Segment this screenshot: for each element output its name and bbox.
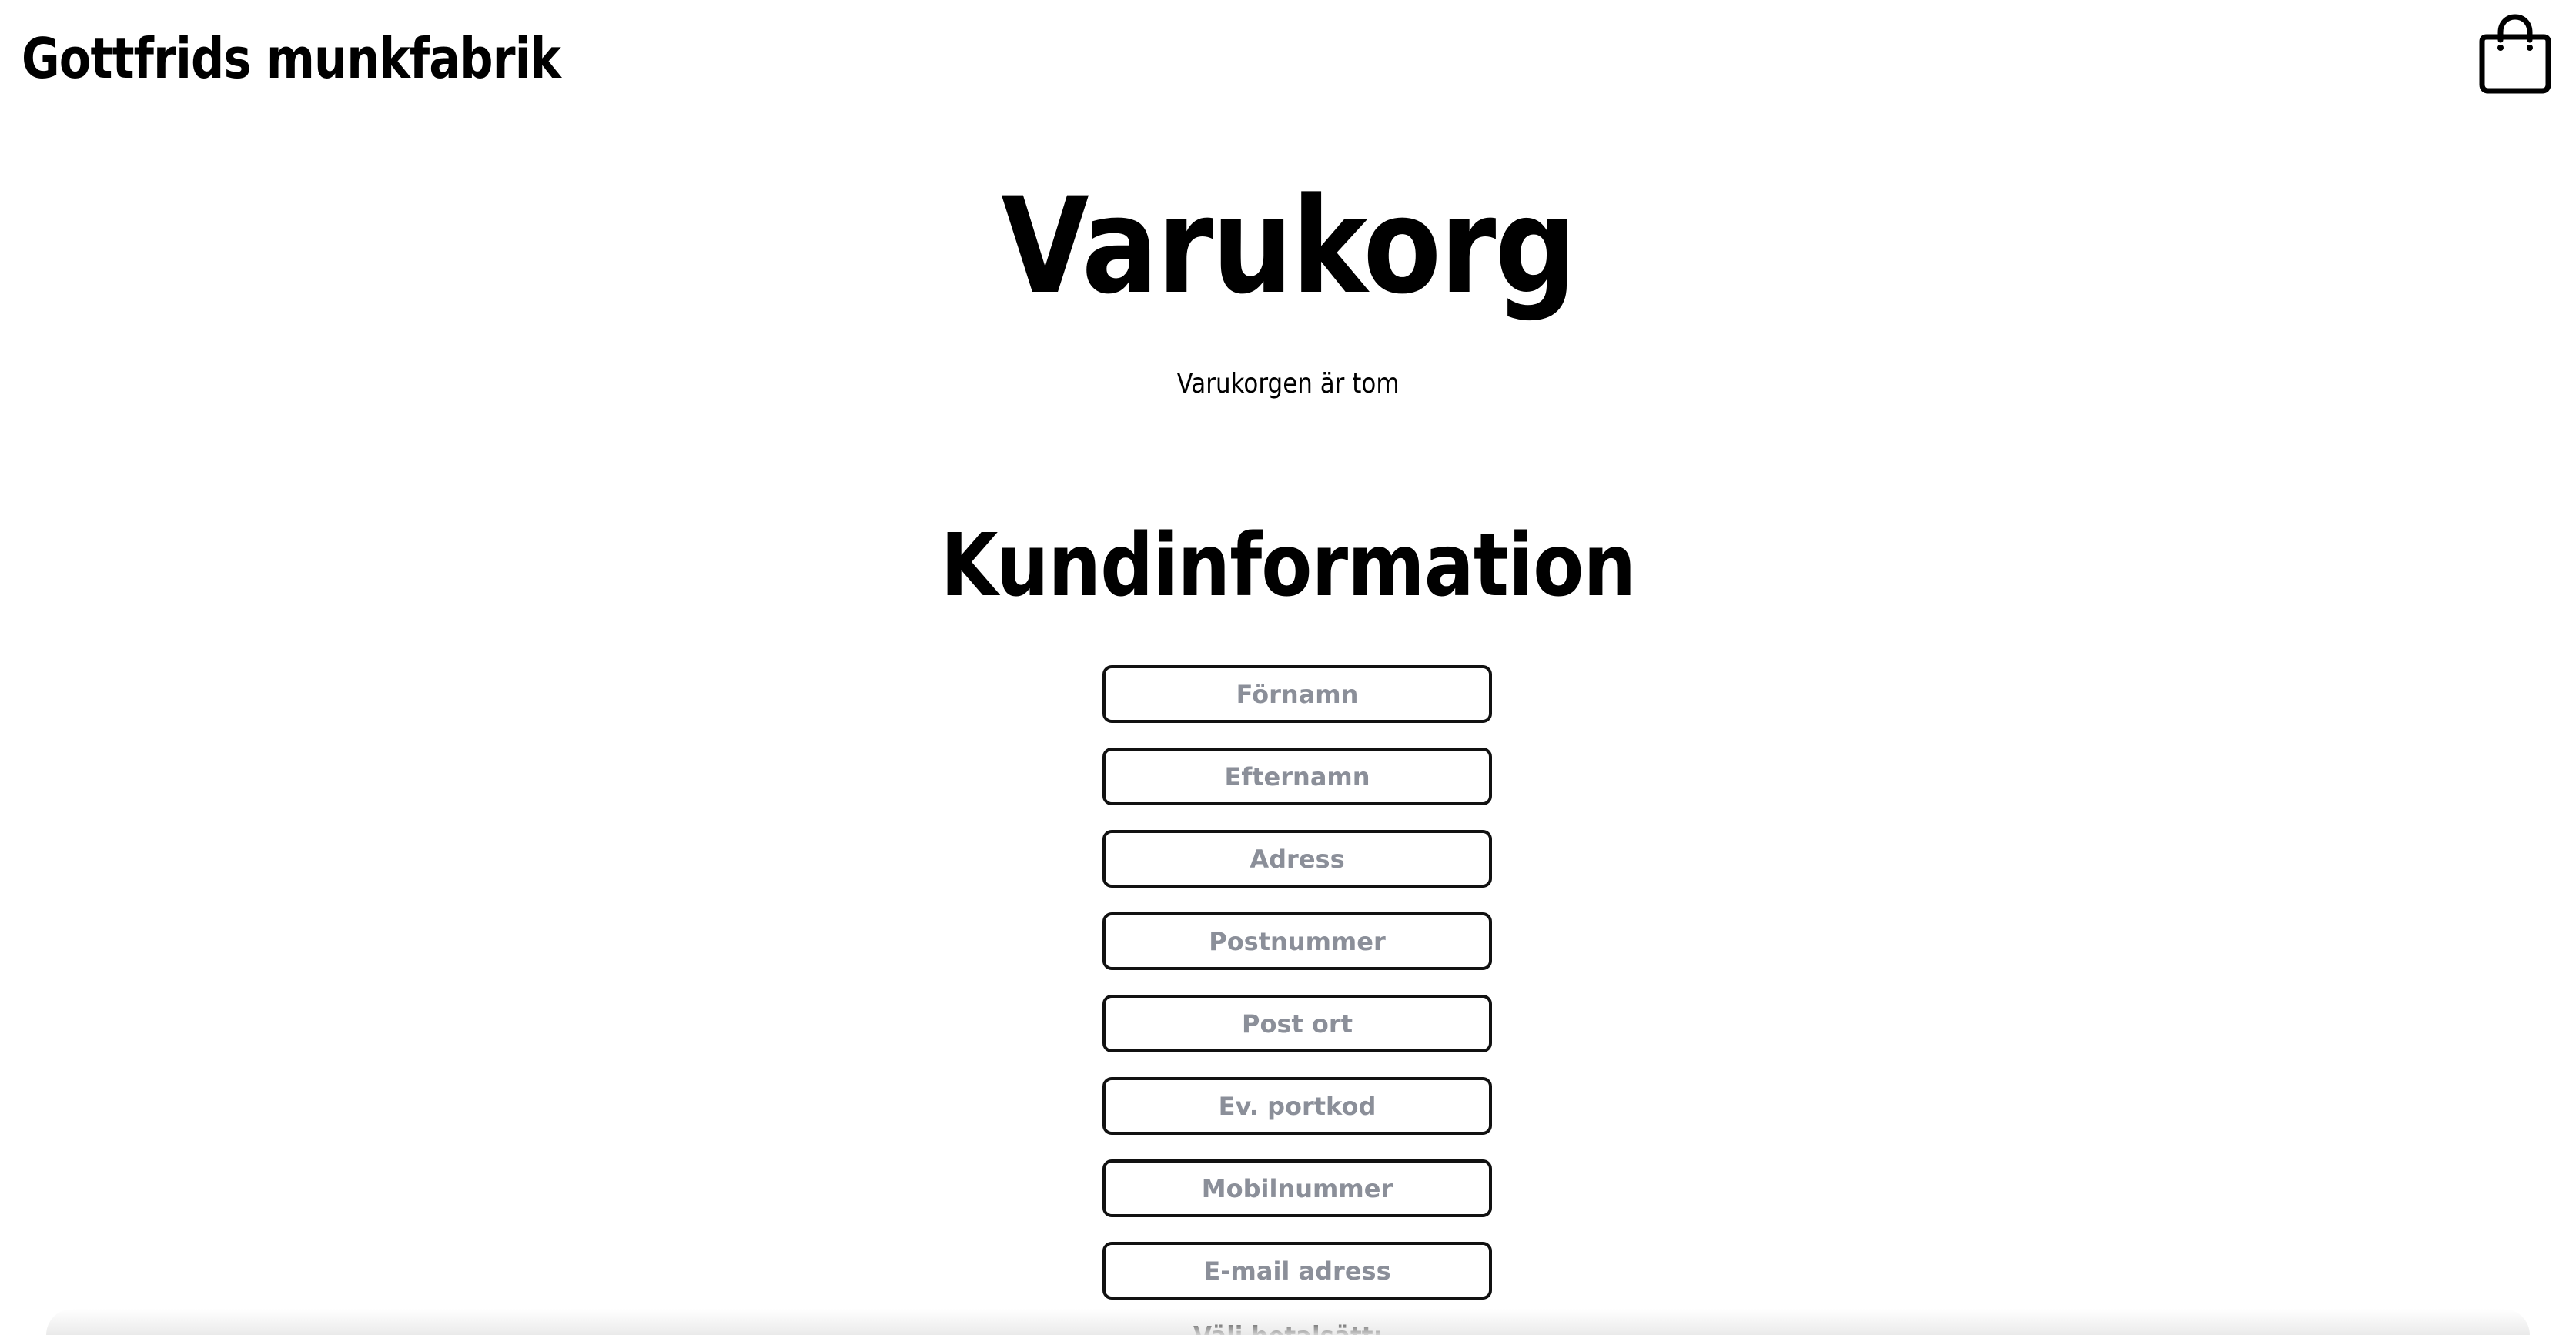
first-name-field[interactable] [1102,665,1492,723]
customer-info-title: Kundinformation [940,516,1636,616]
payment-method-label: Välj betalsätt: [180,1318,2396,1335]
page: Gottfrids munkfabrik Varukorg Varukorgen… [0,0,2576,1335]
door-code-field[interactable] [1102,1077,1492,1135]
empty-cart-message: Varukorgen är tom [1176,368,1400,400]
customer-info-form [1102,665,1492,1324]
email-field[interactable] [1102,1242,1492,1300]
last-name-field[interactable] [1102,748,1492,805]
address-field[interactable] [1102,830,1492,888]
page-title: Varukorg [1001,169,1576,323]
cart-button[interactable] [2473,11,2558,95]
brand-logo-text[interactable]: Gottfrids munkfabrik [22,20,561,97]
postal-code-field[interactable] [1102,912,1492,970]
city-field[interactable] [1102,995,1492,1052]
site-header: Gottfrids munkfabrik [0,0,2576,115]
mobile-field[interactable] [1102,1159,1492,1217]
shopping-bag-icon [2479,14,2551,94]
